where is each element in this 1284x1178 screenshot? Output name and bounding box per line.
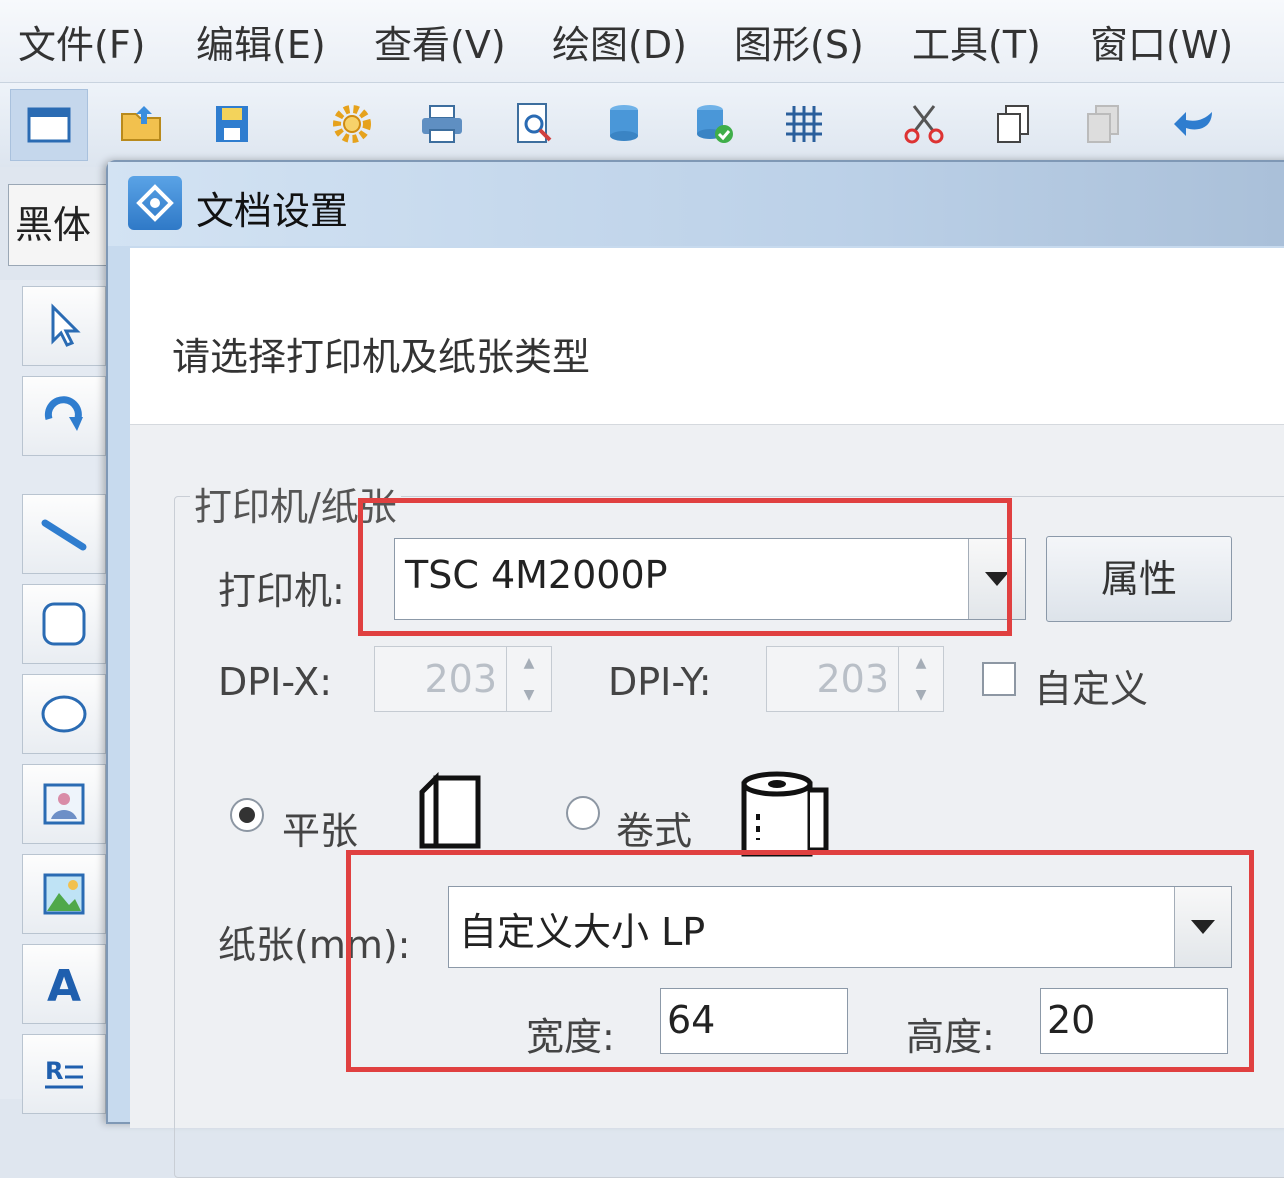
open-folder-icon	[121, 106, 161, 141]
properties-button[interactable]: 属性	[1046, 536, 1232, 622]
roll-paper-label: 卷式	[616, 809, 693, 853]
undo-button[interactable]	[1156, 89, 1232, 159]
dpi-y-spinner[interactable]: 203 ▲ ▼	[766, 646, 944, 712]
chevron-down-icon	[985, 572, 1009, 586]
dpi-y-arrows[interactable]: ▲ ▼	[898, 647, 943, 711]
menu-file[interactable]: 文件(F)	[18, 14, 146, 69]
menu-draw[interactable]: 绘图(D)	[552, 14, 687, 69]
text-tool[interactable]: A	[22, 944, 106, 1024]
save-button[interactable]	[194, 89, 270, 159]
dpi-x-spinner[interactable]: 203 ▲ ▼	[374, 646, 552, 712]
new-document-icon	[27, 107, 71, 143]
custom-dpi-checkbox[interactable]	[982, 662, 1016, 696]
cut-icon	[904, 105, 944, 144]
dialog-header: 请选择打印机及纸张类型	[130, 248, 1284, 425]
paper-label: 纸张(mm):	[218, 923, 411, 967]
database-icon	[610, 105, 638, 141]
settings-gear-icon	[333, 105, 371, 143]
svg-text:R: R	[45, 1057, 63, 1085]
new-document-button[interactable]	[10, 89, 88, 161]
menu-shape[interactable]: 图形(S)	[734, 14, 864, 69]
height-input[interactable]: 20	[1040, 988, 1228, 1054]
grid-icon	[786, 106, 822, 142]
line-icon	[41, 519, 87, 551]
rich-text-tool[interactable]: R	[22, 1034, 106, 1114]
width-input[interactable]: 64	[660, 988, 848, 1054]
dpi-y-value: 203	[816, 657, 889, 701]
dialog-titlebar[interactable]: 文档设置	[108, 162, 1284, 246]
paper-dropdown-button[interactable]	[1174, 887, 1231, 967]
database-button[interactable]	[586, 89, 662, 159]
save-icon	[216, 106, 248, 142]
print-icon	[422, 105, 462, 143]
select-tool[interactable]	[22, 286, 106, 366]
grid-button[interactable]	[766, 89, 842, 159]
rich-text-icon: R	[45, 1057, 83, 1089]
width-label: 宽度:	[526, 1015, 615, 1059]
custom-dpi-label: 自定义	[1034, 667, 1149, 711]
dpi-x-arrows[interactable]: ▲ ▼	[506, 647, 551, 711]
menu-bar: 文件(F) 编辑(E) 查看(V) 绘图(D) 图形(S) 工具(T) 窗口(W…	[0, 0, 1284, 83]
rounded-rect-icon	[42, 602, 86, 646]
image-icon	[43, 783, 85, 825]
print-preview-button[interactable]	[496, 89, 572, 159]
toolbar	[0, 83, 1284, 167]
roll-paper-icon	[741, 771, 829, 857]
dialog-body: 请选择打印机及纸张类型 打印机/纸张 打印机: TSC 4M2000P 属性 D…	[130, 248, 1284, 1178]
text-icon: A	[47, 961, 81, 1009]
dialog-instruction: 请选择打印机及纸张类型	[172, 335, 591, 379]
copy-icon	[997, 105, 1029, 143]
flat-paper-icon	[419, 772, 481, 849]
line-tool[interactable]	[22, 494, 106, 574]
flat-paper-radio[interactable]	[230, 798, 264, 832]
image-tool[interactable]	[22, 764, 106, 844]
print-button[interactable]	[404, 89, 480, 159]
group-label: 打印机/纸张	[190, 476, 401, 531]
select-pointer-icon	[51, 303, 81, 347]
rotate-tool[interactable]	[22, 376, 106, 456]
printer-label: 打印机:	[218, 569, 345, 613]
printer-value: TSC 4M2000P	[405, 553, 668, 597]
tool-palette: A R	[0, 280, 112, 1114]
chevron-down-icon	[1191, 920, 1215, 934]
paper-size-value: 自定义大小 LP	[459, 910, 706, 954]
height-label: 高度:	[906, 1015, 995, 1059]
document-settings-dialog: 文档设置 请选择打印机及纸张类型 打印机/纸张 打印机: TSC 4M2000P…	[106, 160, 1284, 1178]
ellipse-tool[interactable]	[22, 674, 106, 754]
menu-view[interactable]: 查看(V)	[374, 14, 506, 69]
settings-button[interactable]	[314, 89, 390, 159]
rectangle-tool[interactable]	[22, 584, 106, 664]
open-button[interactable]	[104, 89, 180, 159]
paste-button[interactable]	[1066, 89, 1142, 159]
dialog-title: 文档设置	[196, 189, 349, 233]
menu-edit[interactable]: 编辑(E)	[196, 14, 326, 69]
picture-icon	[43, 873, 85, 915]
rotate-icon	[44, 396, 83, 431]
picture-tool[interactable]	[22, 854, 106, 934]
menu-window[interactable]: 窗口(W)	[1090, 14, 1233, 69]
database-connect-button[interactable]	[676, 89, 752, 159]
dpi-x-value: 203	[424, 657, 497, 701]
cut-button[interactable]	[886, 89, 962, 159]
database-connect-icon	[697, 105, 733, 143]
paper-size-select[interactable]: 自定义大小 LP	[448, 886, 1232, 968]
copy-button[interactable]	[976, 89, 1052, 159]
dialog-app-icon	[128, 176, 182, 230]
dpi-x-label: DPI-X:	[218, 660, 333, 704]
printer-select[interactable]: TSC 4M2000P	[394, 538, 1026, 620]
font-selector[interactable]: 黑体	[8, 184, 116, 266]
paste-icon	[1087, 105, 1119, 143]
printer-dropdown-button[interactable]	[968, 539, 1025, 619]
print-preview-icon	[517, 103, 552, 143]
flat-paper-label: 平张	[282, 809, 359, 853]
ellipse-icon	[41, 695, 87, 733]
undo-icon	[1174, 112, 1212, 136]
menu-tools[interactable]: 工具(T)	[912, 14, 1041, 69]
roll-paper-radio[interactable]	[566, 796, 600, 830]
dpi-y-label: DPI-Y:	[608, 660, 712, 704]
svg-text:A: A	[47, 961, 81, 1009]
